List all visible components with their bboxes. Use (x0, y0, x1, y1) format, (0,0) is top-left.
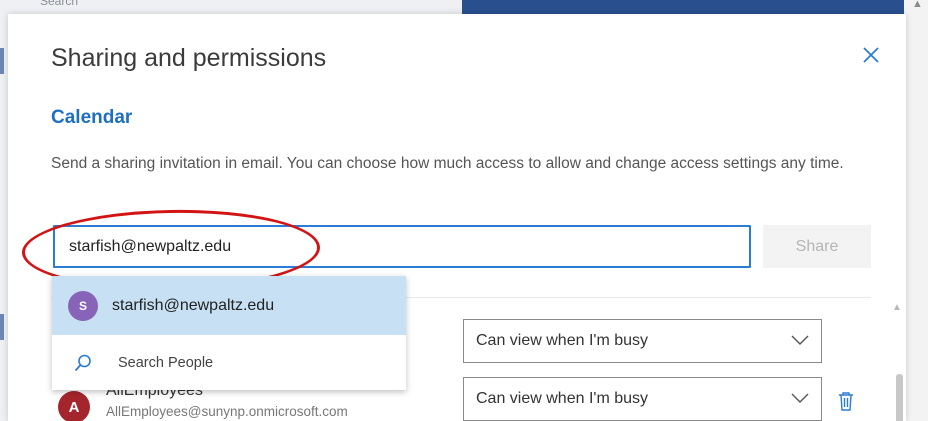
scrollbar-thumb[interactable] (896, 374, 903, 421)
nav-marker (0, 314, 4, 340)
permission-select-row-1[interactable]: Can view when I'm busy (463, 319, 822, 363)
share-email-input[interactable] (53, 225, 751, 268)
permission-select-row-2[interactable]: Can view when I'm busy (463, 377, 822, 421)
calendar-section-title: Calendar (51, 107, 133, 128)
suggestion-email: starfish@newpaltz.edu (112, 296, 275, 314)
permission-level-label: Can view when I'm busy (476, 390, 649, 407)
search-people-button[interactable]: Search People (52, 335, 406, 390)
avatar: S (68, 290, 98, 321)
app-header-strip (462, 0, 904, 14)
search-people-label: Search People (118, 354, 214, 371)
chevron-down-icon (791, 393, 809, 403)
sharing-dialog: Sharing and permissions Calendar Send a … (8, 14, 906, 421)
background-search-text: Search (40, 0, 79, 8)
delete-permission-button[interactable] (834, 388, 858, 414)
person-email: AllEmployees@sunynp.onmicrosoft.com (106, 404, 348, 419)
left-nav-edge (0, 14, 8, 421)
share-button[interactable]: Share (763, 225, 871, 268)
trash-icon (839, 392, 853, 411)
avatar: A (58, 391, 90, 421)
search-icon (74, 354, 91, 371)
suggestion-item[interactable]: S starfish@newpaltz.edu (52, 276, 406, 335)
close-button[interactable] (856, 40, 886, 70)
people-suggestions-dropdown: S starfish@newpaltz.edu Search People (52, 276, 406, 390)
sharing-description: Send a sharing invitation in email. You … (51, 155, 844, 172)
scroll-up-arrow-icon[interactable]: ▲ (912, 0, 923, 10)
chevron-down-icon (791, 335, 809, 345)
dialog-title: Sharing and permissions (51, 44, 327, 72)
permission-level-label: Can view when I'm busy (476, 332, 649, 349)
scroll-up-icon[interactable]: ▲ (892, 302, 902, 313)
close-icon (863, 47, 879, 63)
right-scroll-gutter (906, 14, 928, 421)
app-topbar: Search ▲ (0, 0, 928, 14)
nav-marker (0, 48, 4, 74)
